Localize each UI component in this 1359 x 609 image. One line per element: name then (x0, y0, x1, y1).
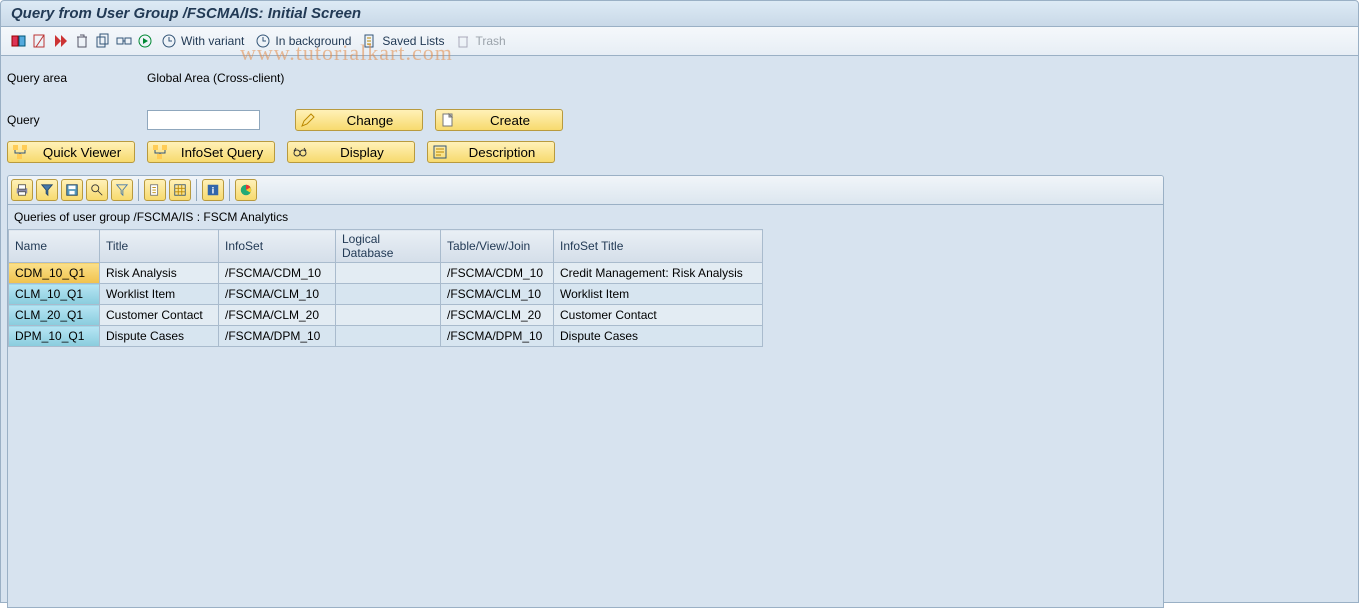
document-icon (362, 33, 378, 49)
cell: /FSCMA/DPM_10 (219, 326, 336, 347)
with-variant-label: With variant (181, 34, 244, 48)
next-icon[interactable] (137, 33, 153, 49)
column-header[interactable]: InfoSet Title (554, 230, 763, 263)
form-icon (432, 144, 448, 160)
copy-icon[interactable] (95, 33, 111, 49)
change-label: Change (322, 113, 418, 128)
column-header[interactable]: Table/View/Join (441, 230, 554, 263)
description-label: Description (454, 145, 550, 160)
alv-grid-panel: i Queries of user group /FSCMA/IS : FSCM… (7, 175, 1164, 608)
cell (336, 305, 441, 326)
alv-separator (138, 179, 139, 201)
delete-icon[interactable] (74, 33, 90, 49)
clock-icon (161, 33, 177, 49)
column-header[interactable]: Name (9, 230, 100, 263)
alv-separator (196, 179, 197, 201)
alv-filter2-button[interactable] (111, 179, 133, 201)
cell: Worklist Item (554, 284, 763, 305)
query-area-label: Query area (7, 71, 147, 85)
svg-text:i: i (212, 186, 215, 197)
cell: Risk Analysis (100, 263, 219, 284)
page-title-bar: Query from User Group /FSCMA/IS: Initial… (0, 0, 1359, 27)
alv-toolbar: i (8, 176, 1163, 205)
query-label: Query (7, 113, 147, 127)
new-document-icon (440, 112, 456, 128)
change-button[interactable]: Change (295, 109, 423, 131)
in-background-button[interactable]: In background (252, 31, 354, 51)
trash-label: Trash (475, 34, 505, 48)
query-area-value: Global Area (Cross-client) (147, 71, 284, 85)
alv-separator (229, 179, 230, 201)
column-header[interactable]: Logical Database (336, 230, 441, 263)
execute-and-print-icon[interactable] (32, 33, 48, 49)
execute-next-icon[interactable] (53, 33, 69, 49)
table-row[interactable]: CLM_20_Q1Customer Contact/FSCMA/CLM_20/F… (9, 305, 763, 326)
with-variant-button[interactable]: With variant (158, 31, 247, 51)
cell: Customer Contact (100, 305, 219, 326)
cell: /FSCMA/CLM_20 (219, 305, 336, 326)
alv-graphics-button[interactable] (235, 179, 257, 201)
trash-button: Trash (452, 31, 508, 51)
column-header[interactable]: Title (100, 230, 219, 263)
glasses-icon (292, 144, 308, 160)
cell: /FSCMA/CDM_10 (219, 263, 336, 284)
trash-icon (455, 33, 471, 49)
alv-find-button[interactable] (86, 179, 108, 201)
row-handle[interactable]: DPM_10_Q1 (9, 326, 100, 347)
alv-save-layout-button[interactable] (61, 179, 83, 201)
alv-grid-button[interactable] (169, 179, 191, 201)
pencil-icon (300, 112, 316, 128)
quick-viewer-label: Quick Viewer (34, 145, 130, 160)
execute-icon[interactable] (11, 33, 27, 49)
tree-icon (12, 144, 28, 160)
create-button[interactable]: Create (435, 109, 563, 131)
create-label: Create (462, 113, 558, 128)
row-handle[interactable]: CLM_20_Q1 (9, 305, 100, 326)
cell (336, 263, 441, 284)
application-toolbar: With variant In background Saved Lists T… (0, 27, 1359, 56)
in-background-label: In background (275, 34, 351, 48)
cell: /FSCMA/CLM_20 (441, 305, 554, 326)
saved-lists-button[interactable]: Saved Lists (359, 31, 447, 51)
alv-filter-button[interactable] (36, 179, 58, 201)
tree-icon (152, 144, 168, 160)
cell: Customer Contact (554, 305, 763, 326)
cell (336, 326, 441, 347)
table-row[interactable]: CLM_10_Q1Worklist Item/FSCMA/CLM_10/FSCM… (9, 284, 763, 305)
clock-icon (255, 33, 271, 49)
cell: Worklist Item (100, 284, 219, 305)
display-button[interactable]: Display (287, 141, 415, 163)
rename-icon[interactable] (116, 33, 132, 49)
query-input[interactable] (147, 110, 260, 130)
cell: Credit Management: Risk Analysis (554, 263, 763, 284)
infoset-query-button[interactable]: InfoSet Query (147, 141, 275, 163)
alv-caption: Queries of user group /FSCMA/IS : FSCM A… (8, 205, 1163, 229)
display-label: Display (314, 145, 410, 160)
cell: /FSCMA/DPM_10 (441, 326, 554, 347)
alv-export-button[interactable] (144, 179, 166, 201)
saved-lists-label: Saved Lists (382, 34, 444, 48)
infoset-query-label: InfoSet Query (174, 145, 270, 160)
table-row[interactable]: CDM_10_Q1Risk Analysis/FSCMA/CDM_10/FSCM… (9, 263, 763, 284)
column-header[interactable]: InfoSet (219, 230, 336, 263)
cell (336, 284, 441, 305)
quick-viewer-button[interactable]: Quick Viewer (7, 141, 135, 163)
cell: /FSCMA/CLM_10 (441, 284, 554, 305)
cell: /FSCMA/CLM_10 (219, 284, 336, 305)
alv-grid[interactable]: NameTitleInfoSetLogical DatabaseTable/Vi… (8, 229, 763, 347)
page-title: Query from User Group /FSCMA/IS: Initial… (11, 5, 361, 22)
cell: /FSCMA/CDM_10 (441, 263, 554, 284)
row-handle[interactable]: CLM_10_Q1 (9, 284, 100, 305)
alv-print-button[interactable] (11, 179, 33, 201)
row-handle[interactable]: CDM_10_Q1 (9, 263, 100, 284)
table-row[interactable]: DPM_10_Q1Dispute Cases/FSCMA/DPM_10/FSCM… (9, 326, 763, 347)
alv-info-button[interactable]: i (202, 179, 224, 201)
work-area: Query area Global Area (Cross-client) Qu… (0, 56, 1359, 603)
cell: Dispute Cases (100, 326, 219, 347)
description-button[interactable]: Description (427, 141, 555, 163)
cell: Dispute Cases (554, 326, 763, 347)
